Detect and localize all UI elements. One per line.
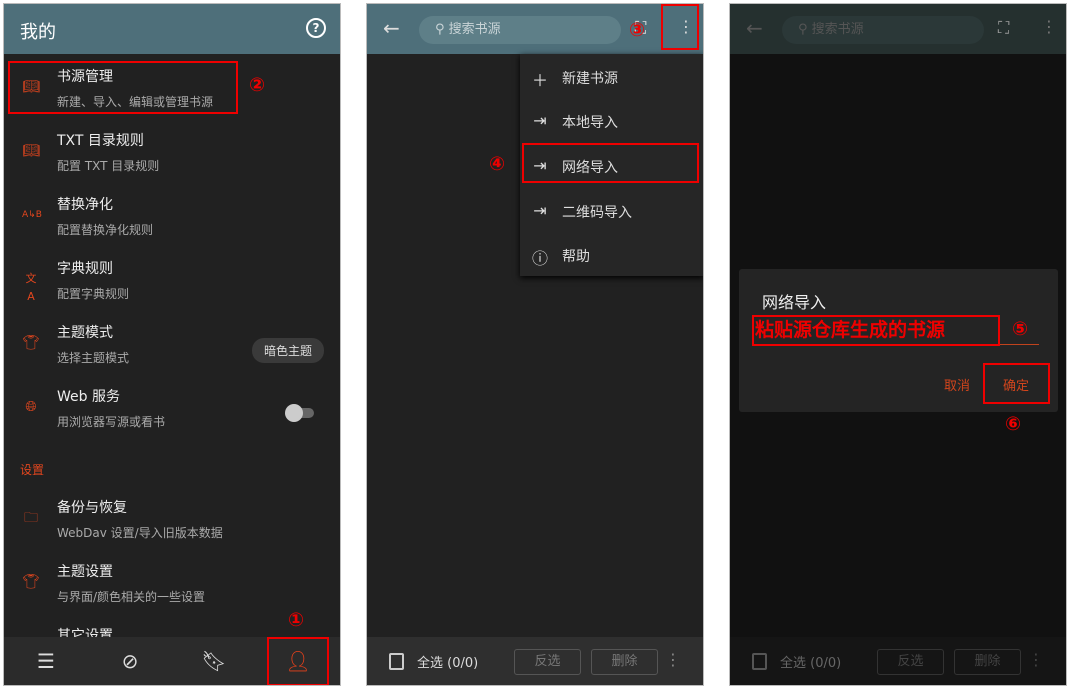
menu-item-txt-rules[interactable]: 📖︎ TXT 目录规则配置 TXT 目录规则 — [4, 122, 340, 186]
selection-bar: 全选 (0/0) 反选 删除 ⋮ — [367, 637, 703, 685]
group-icon: ⛶ — [998, 18, 1010, 37]
app-bar: ← ⚲ 搜索书源 ⛶ ⋮ — [730, 4, 1066, 54]
explore-compass-icon[interactable]: ⊘ — [88, 637, 172, 685]
item-title: Web 服务 — [57, 389, 120, 405]
annotation-number: ④ — [489, 153, 506, 175]
menu-label: 新建书源 — [562, 71, 618, 87]
item-title: 主题模式 — [57, 325, 113, 341]
item-subtitle: 用浏览器写源或看书 — [57, 415, 166, 429]
annotation-number: ⑥ — [1005, 413, 1022, 435]
network-import-screen: ← ⚲ 搜索书源 ⛶ ⋮ 全选 (0/0) 反选 删除 ⋮ 网络导入 粘贴源仓库… — [729, 3, 1067, 686]
item-title: 主题设置 — [57, 564, 113, 580]
app-bar: 我的 ? — [4, 4, 340, 54]
replace-ab-icon: A↳B — [22, 210, 42, 220]
item-subtitle: WebDav 设置/导入旧版本数据 — [57, 526, 223, 540]
menu-new-source[interactable]: ＋ 新建书源 — [520, 56, 703, 100]
back-arrow-icon: ← — [746, 16, 763, 40]
help-circle-icon: ⓘ — [531, 249, 548, 268]
item-subtitle: 与界面/颜色相关的一些设置 — [57, 590, 206, 604]
item-title: 字典规则 — [57, 261, 113, 277]
invert-button: 反选 — [877, 649, 944, 675]
annotation-box — [661, 4, 699, 50]
menu-item-replace[interactable]: A↳B 替换净化配置替换净化规则 — [4, 186, 340, 250]
annotation-number: ① — [288, 609, 305, 631]
item-subtitle: 配置字典规则 — [57, 287, 130, 301]
annotation-number: ② — [249, 74, 266, 96]
select-all-label: 全选 (0/0) — [780, 656, 842, 671]
web-service-toggle[interactable] — [285, 404, 314, 422]
app-bar: ← ⚲ 搜索书源 ⛶ ⋮ — [367, 4, 703, 54]
menu-label: 帮助 — [562, 249, 590, 265]
item-title: 替换净化 — [57, 197, 113, 213]
item-subtitle: 配置 TXT 目录规则 — [57, 159, 160, 173]
section-header: 设置 — [20, 463, 45, 477]
more-vert-icon: ⋮ — [1041, 17, 1057, 36]
menu-local-import[interactable]: ⇥ 本地导入 — [520, 100, 703, 144]
selection-bar: 全选 (0/0) 反选 删除 ⋮ — [730, 637, 1066, 685]
menu-item-backup[interactable]: 🗀 备份与恢复 WebDav 设置/导入旧版本数据 — [4, 489, 340, 553]
more-vert-icon[interactable]: ⋮ — [665, 650, 681, 669]
dialog-title: 网络导入 — [762, 293, 827, 312]
select-all-label: 全选 (0/0) — [417, 656, 479, 671]
translate-icon: 文A — [25, 272, 37, 303]
help-circle-icon[interactable]: ? — [306, 18, 326, 38]
invert-button[interactable]: 反选 — [514, 649, 581, 675]
annotation-box — [267, 637, 329, 685]
annotation-number: ⑤ — [1012, 318, 1029, 340]
menu-item-web-service[interactable]: 🌐︎ Web 服务用浏览器写源或看书 — [4, 378, 340, 442]
delete-button[interactable]: 删除 — [591, 649, 658, 675]
annotation-box — [752, 315, 1000, 346]
menu-item-theme-mode[interactable]: 👕︎ 主题模式选择主题模式 暗色主题 — [4, 314, 340, 378]
more-vert-icon: ⋮ — [1028, 650, 1044, 669]
annotation-box — [8, 61, 238, 114]
select-all-checkbox[interactable] — [389, 653, 404, 670]
book-open-icon: 📖︎ — [22, 143, 40, 159]
menu-help[interactable]: ⓘ 帮助 — [520, 234, 703, 278]
item-subtitle: 选择主题模式 — [57, 351, 130, 365]
theme-chip[interactable]: 暗色主题 — [251, 338, 324, 363]
import-icon: ⇥ — [533, 111, 547, 130]
item-title: TXT 目录规则 — [57, 133, 144, 149]
back-arrow-icon[interactable]: ← — [383, 16, 400, 40]
menu-label: 二维码导入 — [562, 205, 632, 221]
menu-item-dictionary[interactable]: 文A 字典规则配置字典规则 — [4, 250, 340, 314]
book-source-screen: ← ⚲ 搜索书源 ⛶ ⋮ ＋新建书源 ⇥ 本地导入 ⇥ 网络导入 ⇥ 二维码导入 ⓘ 帮… — [366, 3, 704, 686]
search-placeholder: 搜索书源 — [811, 22, 864, 37]
rss-bookmark-icon[interactable]: 🔖︎ — [172, 637, 256, 685]
select-all-checkbox — [752, 653, 767, 670]
import-icon: ⇥ — [533, 201, 547, 220]
shirt-icon: 👕︎ — [22, 574, 40, 590]
search-input[interactable]: ⚲ 搜索书源 — [419, 16, 621, 44]
plus-icon: ＋ — [531, 71, 548, 90]
menu-label: 本地导入 — [562, 115, 618, 131]
annotation-number: ③ — [629, 19, 646, 41]
globe-icon: 🌐︎ — [25, 399, 37, 415]
cancel-button[interactable]: 取消 — [944, 375, 970, 394]
search-input: ⚲ 搜索书源 — [782, 16, 984, 44]
folder-icon: 🗀 — [24, 510, 38, 526]
item-subtitle: 配置替换净化规则 — [57, 223, 154, 237]
search-placeholder: 搜索书源 — [448, 22, 501, 37]
menu-item-theme-settings[interactable]: 👕︎ 主题设置与界面/颜色相关的一些设置 — [4, 553, 340, 617]
menu-qr-import[interactable]: ⇥ 二维码导入 — [520, 190, 703, 234]
item-title: 备份与恢复 — [57, 500, 127, 516]
delete-button: 删除 — [954, 649, 1021, 675]
page-title: 我的 — [20, 22, 56, 43]
shirt-icon: 👕︎ — [22, 335, 40, 351]
bookshelf-icon[interactable]: ☰ — [4, 637, 88, 685]
annotation-box — [522, 143, 699, 183]
annotation-box — [983, 363, 1050, 404]
my-screen: 我的 ? 📖︎ 书源管理 新建、导入、编辑或管理书源 📖︎ TXT 目录规则 配置 TX… — [3, 3, 341, 686]
